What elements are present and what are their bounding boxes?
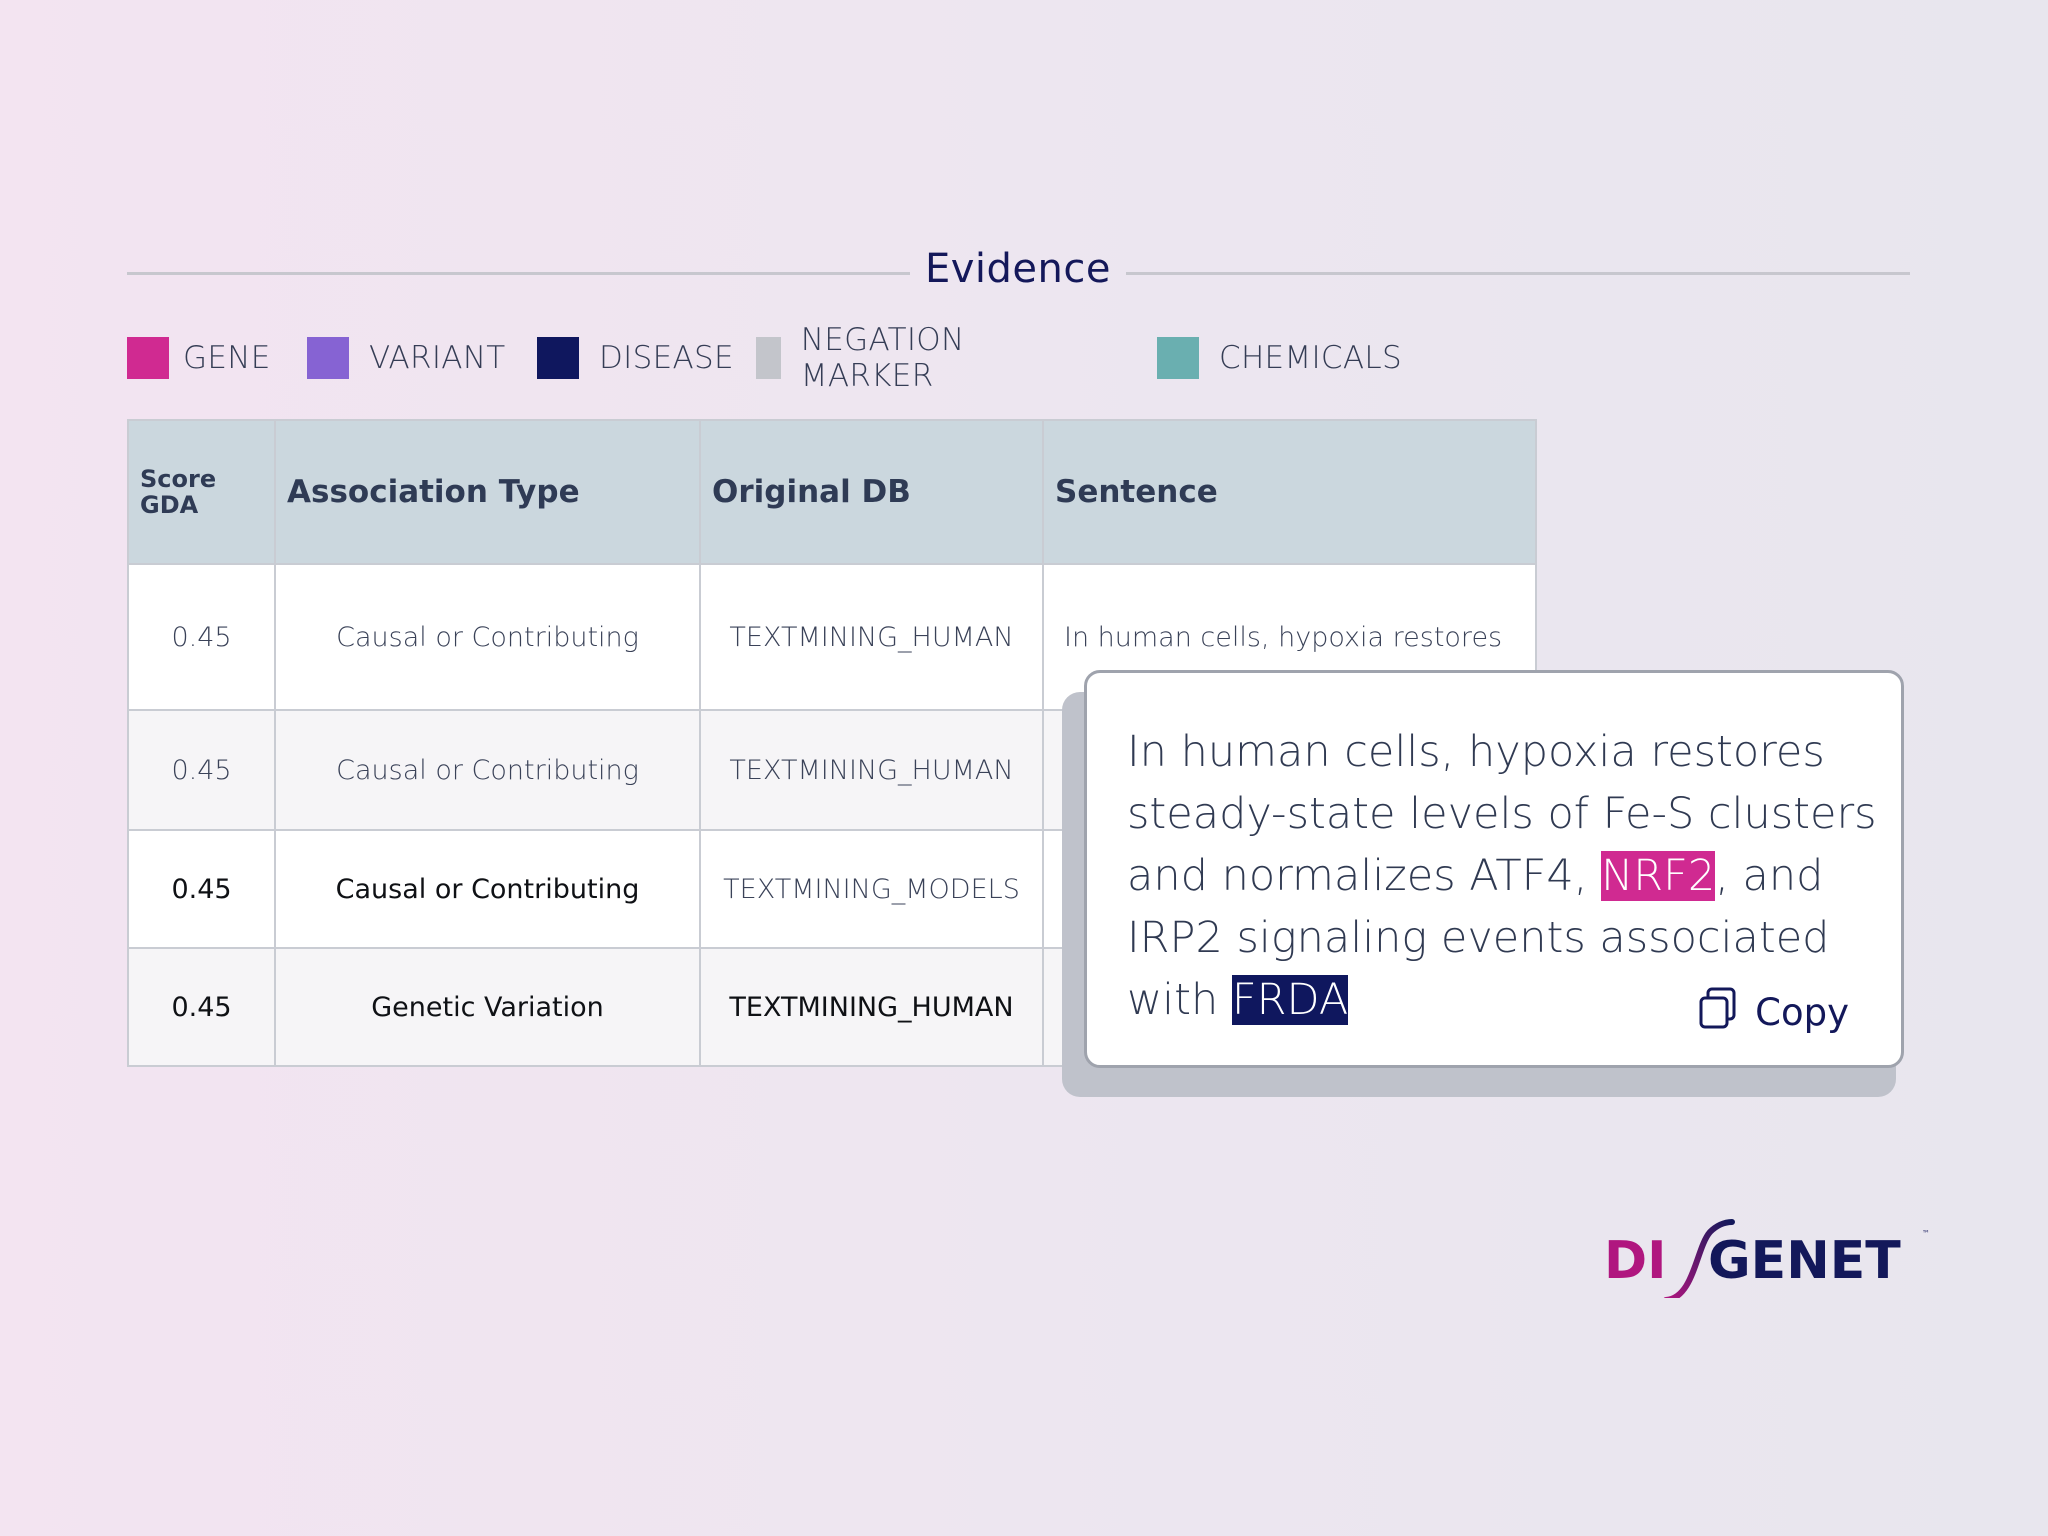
logo-text-di: DI	[1604, 1231, 1667, 1291]
disease-swatch	[537, 337, 579, 379]
variant-swatch	[307, 337, 349, 379]
legend-item-disease: DISEASE	[537, 337, 734, 379]
legend-item-chemicals: CHEMICALS	[1157, 337, 1402, 379]
section-title: Evidence	[924, 246, 1111, 292]
legend-item-variant: VARIANT	[307, 337, 506, 379]
cell-association-type: Causal or Contributing	[274, 829, 701, 949]
cell-original-db: TEXTMINING_HUMAN	[699, 947, 1044, 1067]
cell-association-type: Causal or Contributing	[274, 709, 701, 831]
legend-label: CHEMICALS	[1219, 340, 1402, 376]
copy-label: Copy	[1755, 991, 1849, 1034]
cell-original-db: TEXTMINING_HUMAN	[699, 709, 1044, 831]
cell-score: 0.45	[127, 829, 276, 949]
copy-button[interactable]: Copy	[1697, 986, 1849, 1039]
logo-text-genet: GENET	[1708, 1231, 1901, 1291]
cell-score: 0.45	[127, 563, 276, 711]
disease-entity-highlight[interactable]: FRDA	[1231, 975, 1349, 1025]
header-label: Association Type	[287, 474, 580, 510]
header-original-db[interactable]: Original DB	[699, 419, 1044, 565]
cell-association-type: Causal or Contributing	[274, 563, 701, 711]
legend-label: VARIANT	[369, 340, 506, 376]
table-header-row: Score GDA Association Type Original DB S…	[127, 419, 1537, 565]
sentence-popup: In human cells, hypoxia restores steady-…	[1084, 670, 1904, 1068]
header-score-gda[interactable]: Score GDA	[127, 419, 276, 565]
logo-trademark: ™	[1922, 1229, 1930, 1238]
header-label: Score GDA	[140, 465, 217, 519]
sentence-full-text: In human cells, hypoxia restores steady-…	[1127, 721, 1887, 1031]
legend-label: DISEASE	[599, 340, 734, 376]
gene-entity-highlight[interactable]: NRF2	[1601, 851, 1716, 901]
disgenet-logo: DI GENET ™	[1604, 1218, 1934, 1303]
cell-original-db: TEXTMINING_HUMAN	[699, 563, 1044, 711]
evidence-divider-right	[1126, 272, 1910, 275]
legend-label: NEGATION MARKER	[800, 322, 965, 394]
gene-swatch	[127, 337, 169, 379]
evidence-divider-left	[127, 272, 910, 275]
cell-association-type: Genetic Variation	[274, 947, 701, 1067]
legend-item-negation-marker: NEGATION MARKER	[756, 322, 982, 394]
cell-score: 0.45	[127, 947, 276, 1067]
chemicals-swatch	[1157, 337, 1199, 379]
header-label: Sentence	[1055, 474, 1218, 510]
negation-marker-swatch	[756, 337, 781, 379]
header-association-type[interactable]: Association Type	[274, 419, 701, 565]
cell-original-db: TEXTMINING_MODELS	[699, 829, 1044, 949]
cell-score: 0.45	[127, 709, 276, 831]
legend-item-gene: GENE	[127, 337, 271, 379]
header-sentence[interactable]: Sentence	[1042, 419, 1537, 565]
copy-icon	[1697, 986, 1755, 1039]
header-label: Original DB	[712, 474, 911, 510]
legend-label: GENE	[183, 340, 271, 376]
